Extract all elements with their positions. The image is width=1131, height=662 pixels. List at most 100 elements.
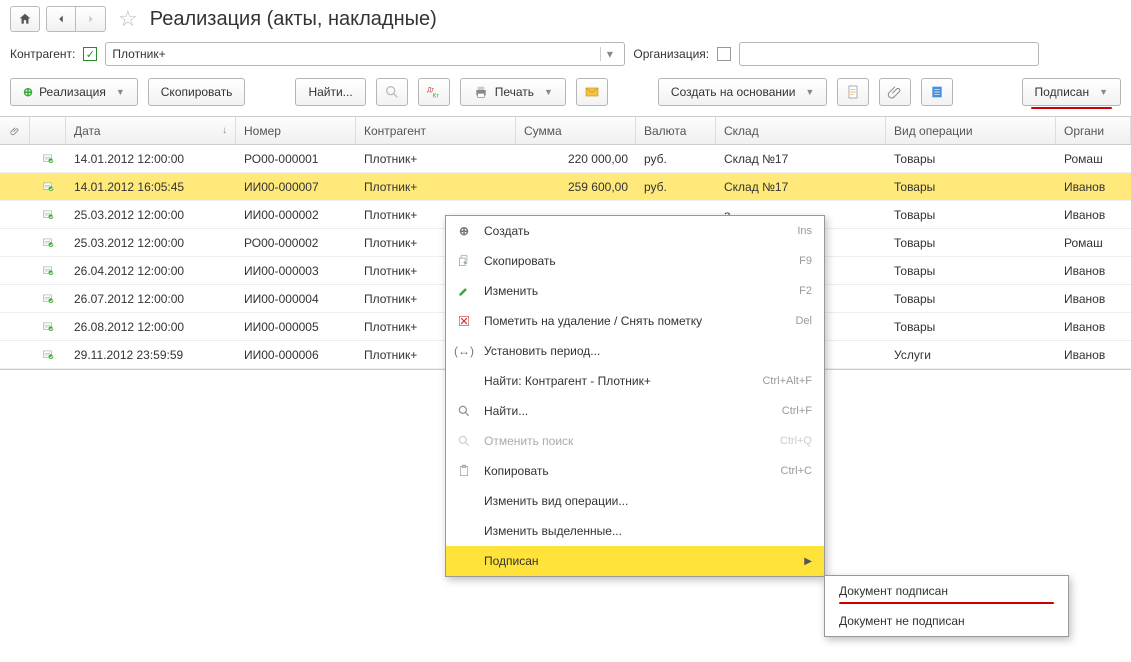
chevron-down-icon: ▼ — [805, 87, 814, 97]
cancel-find-button[interactable] — [376, 78, 408, 106]
ctx-find[interactable]: Найти... Ctrl+F — [446, 396, 824, 426]
ctx-clipboard-copy[interactable]: Копировать Ctrl+C — [446, 456, 824, 486]
row-status-icon — [30, 264, 66, 278]
ctx-create[interactable]: ⊕ Создать Ins — [446, 216, 824, 246]
ctx-period[interactable]: (↔) Установить период... — [446, 336, 824, 366]
col-date-label: Дата — [74, 124, 101, 138]
ctx-find-selection[interactable]: Найти: Контрагент - Плотник+ Ctrl+Alt+F — [446, 366, 824, 396]
cell-sum: 220 000,00 — [516, 152, 636, 166]
cell-warehouse: Склад №17 — [716, 180, 886, 194]
dropdown-icon[interactable]: ▾ — [600, 47, 618, 61]
org-input[interactable] — [739, 42, 1039, 66]
realization-label: Реализация — [39, 85, 106, 99]
plus-icon: ⊕ — [454, 224, 474, 238]
svg-text:Дт: Дт — [427, 87, 434, 93]
pencil-icon — [454, 284, 474, 298]
cell-currency: руб. — [636, 152, 716, 166]
chevron-down-icon: ▼ — [116, 87, 125, 97]
ctx-change-selected[interactable]: Изменить выделенные... — [446, 516, 824, 546]
home-button[interactable] — [10, 6, 40, 32]
attach-button[interactable] — [879, 78, 911, 106]
cell-date: 26.07.2012 12:00:00 — [66, 292, 236, 306]
col-org[interactable]: Органи — [1056, 117, 1131, 144]
submenu-arrow-icon: ▶ — [804, 556, 812, 567]
cell-date: 14.01.2012 16:05:45 — [66, 180, 236, 194]
print-button[interactable]: Печать ▼ — [460, 78, 566, 106]
cell-warehouse: Склад №17 — [716, 152, 886, 166]
cell-operation: Товары — [886, 236, 1056, 250]
chevron-down-icon: ▼ — [1099, 87, 1108, 97]
grid-header: Дата ↓ Номер Контрагент Сумма Валюта Скл… — [0, 117, 1131, 145]
table-row[interactable]: 14.01.2012 12:00:00РО00-000001Плотник+22… — [0, 145, 1131, 173]
row-status-icon — [30, 152, 66, 166]
col-contragent[interactable]: Контрагент — [356, 117, 516, 144]
row-status-icon — [30, 292, 66, 306]
col-sum[interactable]: Сумма — [516, 117, 636, 144]
copy-button[interactable]: Скопировать — [148, 78, 246, 106]
cell-date: 25.03.2012 12:00:00 — [66, 208, 236, 222]
list-button[interactable] — [921, 78, 953, 106]
cell-operation: Товары — [886, 292, 1056, 306]
cell-number: ИИ00-000002 — [236, 208, 356, 222]
row-status-icon — [30, 348, 66, 362]
cell-contragent: Плотник+ — [356, 180, 516, 194]
arrow-right-icon — [84, 12, 98, 26]
magnifier-icon — [454, 404, 474, 418]
realization-button[interactable]: ⊕ Реализация ▼ — [10, 78, 138, 106]
signed-button[interactable]: Подписан ▼ — [1022, 78, 1121, 106]
highlight-underline — [1031, 107, 1112, 109]
create-based-button[interactable]: Создать на основании ▼ — [658, 78, 827, 106]
cell-number: ИИ00-000007 — [236, 180, 356, 194]
cell-contragent: Плотник+ — [356, 152, 516, 166]
cell-date: 25.03.2012 12:00:00 — [66, 236, 236, 250]
col-date[interactable]: Дата ↓ — [66, 117, 236, 144]
create-based-label: Создать на основании — [671, 85, 796, 99]
row-status-icon — [30, 208, 66, 222]
ctx-copy[interactable]: + Скопировать F9 — [446, 246, 824, 276]
col-warehouse[interactable]: Склад — [716, 117, 886, 144]
table-row[interactable]: 14.01.2012 16:05:45ИИ00-000007Плотник+25… — [0, 173, 1131, 201]
forward-button[interactable] — [76, 6, 106, 32]
row-status-icon — [30, 320, 66, 334]
submenu-signed[interactable]: Документ подписан — [825, 576, 1068, 606]
list-icon — [929, 84, 945, 100]
cell-date: 29.11.2012 23:59:59 — [66, 348, 236, 362]
col-attach[interactable] — [0, 117, 30, 144]
col-operation[interactable]: Вид операции — [886, 117, 1056, 144]
printer-icon — [473, 84, 489, 100]
mail-button[interactable] — [576, 78, 608, 106]
col-number[interactable]: Номер — [236, 117, 356, 144]
signed-submenu: Документ подписан Документ не подписан — [824, 575, 1069, 637]
period-icon: (↔) — [454, 344, 474, 358]
toolbar: ⊕ Реализация ▼ Скопировать Найти... ДтКт… — [0, 74, 1131, 116]
submenu-not-signed[interactable]: Документ не подписан — [825, 606, 1068, 636]
ctx-edit[interactable]: Изменить F2 — [446, 276, 824, 306]
back-button[interactable] — [46, 6, 76, 32]
cell-org: Ромаш — [1056, 236, 1131, 250]
doc-button[interactable] — [837, 78, 869, 106]
cell-org: Иванов — [1056, 348, 1131, 362]
ctx-signed[interactable]: Подписан ▶ — [446, 546, 824, 576]
ctx-change-op[interactable]: Изменить вид операции... — [446, 486, 824, 516]
favorite-icon[interactable]: ☆ — [118, 6, 138, 32]
row-status-icon — [30, 236, 66, 250]
cell-number: ИИ00-000003 — [236, 264, 356, 278]
col-icon[interactable] — [30, 117, 66, 144]
find-button[interactable]: Найти... — [295, 78, 365, 106]
filter-row: Контрагент: ✓ Плотник+ ▾ Организация: — [0, 38, 1131, 74]
row-status-icon — [30, 180, 66, 194]
cell-currency: руб. — [636, 180, 716, 194]
svg-text:Кт: Кт — [432, 93, 438, 99]
contragent-checkbox[interactable]: ✓ — [83, 47, 97, 61]
contragent-input[interactable]: Плотник+ ▾ — [105, 42, 625, 66]
org-checkbox[interactable] — [717, 47, 731, 61]
col-currency[interactable]: Валюта — [636, 117, 716, 144]
dt-kt-icon: ДтКт — [426, 84, 442, 100]
ctx-mark-delete[interactable]: Пометить на удаление / Снять пометку Del — [446, 306, 824, 336]
cell-org: Ромаш — [1056, 152, 1131, 166]
cell-org: Иванов — [1056, 264, 1131, 278]
org-label: Организация: — [633, 47, 709, 61]
cell-operation: Товары — [886, 180, 1056, 194]
dt-kt-button[interactable]: ДтКт — [418, 78, 450, 106]
context-menu: ⊕ Создать Ins + Скопировать F9 Изменить … — [445, 215, 825, 577]
